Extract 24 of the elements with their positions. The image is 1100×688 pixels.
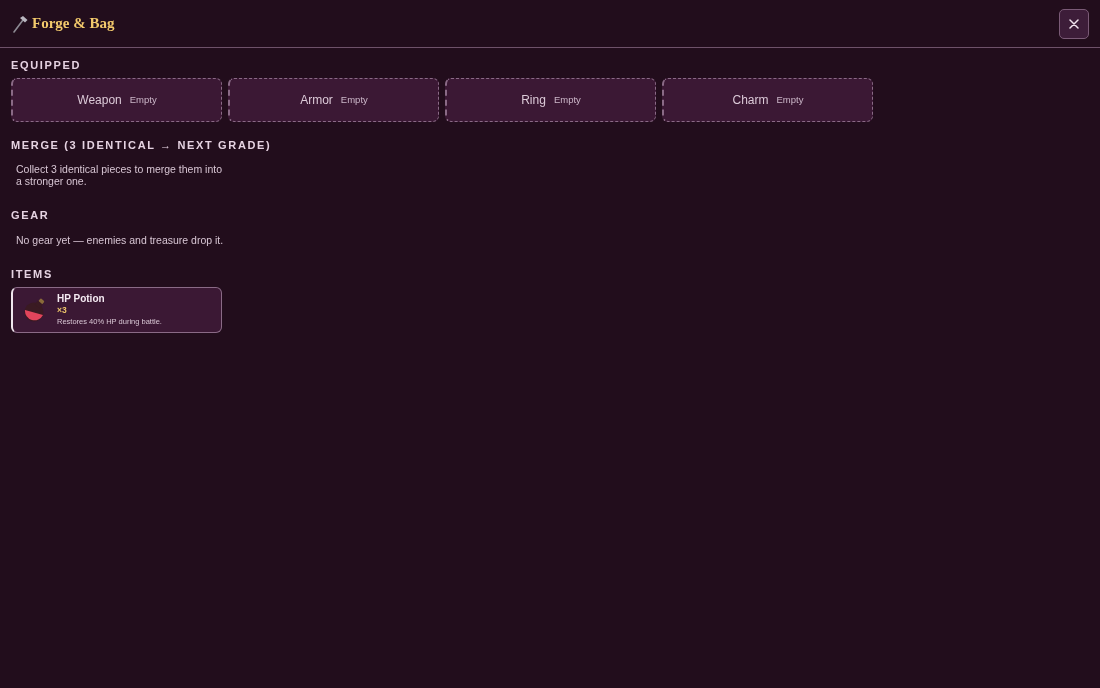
section-heading: ITEMS: [11, 269, 53, 280]
close-button[interactable]: [1059, 8, 1089, 39]
slot-name: Weapon: [77, 92, 122, 109]
close-icon: [1069, 18, 1079, 29]
section-heading: MERGE (3 IDENTICAL → NEXT GRADE): [11, 140, 272, 151]
equipment-slot[interactable]: Weapon Empty: [11, 78, 222, 122]
equipment-slot[interactable]: Charm Empty: [662, 78, 873, 122]
item-name: HP Potion: [57, 293, 106, 305]
equipment-slot[interactable]: Ring Empty: [445, 78, 656, 122]
section-heading: GEAR: [11, 210, 50, 221]
equipment-slot[interactable]: Armor Empty: [228, 78, 439, 122]
merge-description: Collect 3 identical pieces to merge them into a stronger one.: [16, 163, 224, 187]
window-title: Forge & Bag: [32, 14, 115, 34]
hammer-icon: [12, 14, 28, 33]
item-count: ×3: [57, 305, 68, 316]
slot-status: Empty: [129, 92, 157, 107]
slot-name: Charm: [732, 92, 769, 109]
slot-status: Empty: [776, 92, 804, 107]
slot-status: Empty: [340, 92, 368, 107]
slot-name: Ring: [521, 92, 546, 109]
section-heading: EQUIPPED: [11, 60, 82, 71]
empty-gear-message: No gear yet — enemies and treasure drop it.: [16, 234, 224, 246]
slot-status: Empty: [553, 92, 581, 107]
slot-name: Armor: [300, 92, 333, 109]
